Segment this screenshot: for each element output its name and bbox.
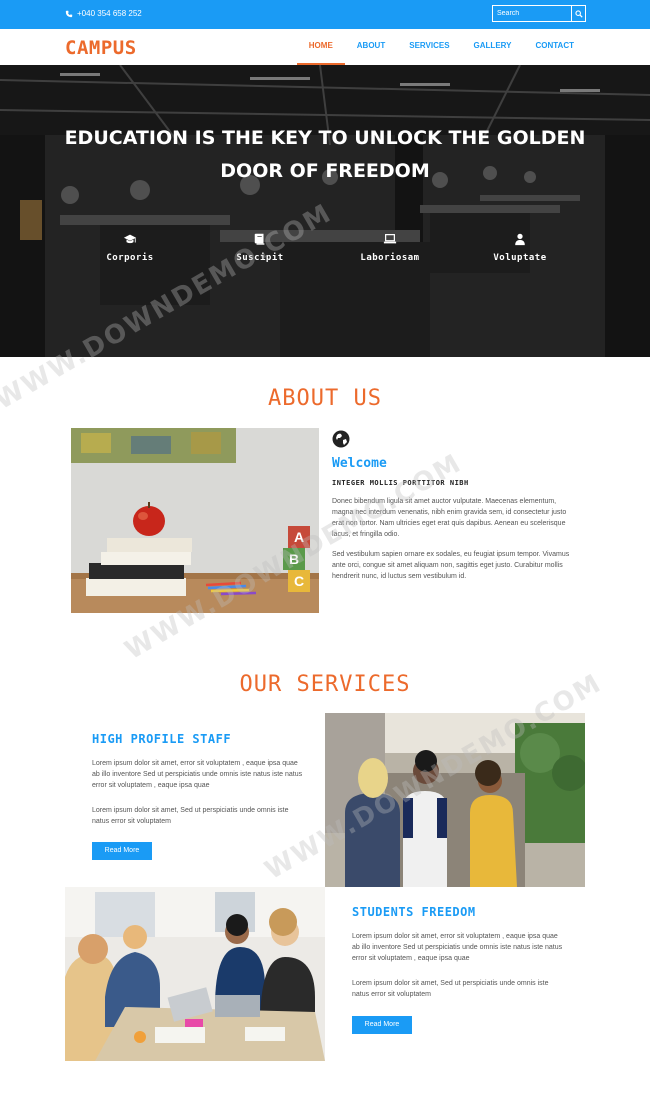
phone-icon (65, 10, 73, 17)
hero-title: EDUCATION IS THE KEY TO UNLOCK THE GOLDE… (64, 127, 586, 182)
hero-background-image (0, 65, 650, 357)
graduation-cap-icon (123, 234, 137, 244)
hero-banner: EDUCATION IS THE KEY TO UNLOCK THE GOLDE… (0, 65, 650, 357)
about-paragraph-1: Donec bibendum ligula sit amet auctor vu… (332, 498, 567, 538)
about-section-title: ABOUT US (268, 386, 382, 411)
search-button[interactable] (571, 6, 585, 21)
service-title-staff: HIGH PROFILE STAFF (92, 732, 232, 746)
nav-contact[interactable]: CONTACT (523, 29, 586, 65)
main-nav: HOME ABOUT SERVICES GALLERY CONTACT (296, 29, 586, 65)
nav-home[interactable]: HOME (296, 29, 345, 65)
feature-laboriosam: Laboriosam (340, 232, 440, 263)
search-input[interactable] (493, 6, 571, 21)
read-more-button[interactable]: Read More (92, 842, 152, 860)
service-freedom-paragraph-1: Lorem ipsum dolor sit amet, error sit vo… (352, 933, 563, 962)
site-logo[interactable]: CAMPUS (65, 37, 137, 59)
feature-label: Suscipit (236, 253, 284, 263)
book-icon (254, 233, 265, 245)
nav-services[interactable]: SERVICES (397, 29, 461, 65)
svg-text:B: B (289, 551, 299, 567)
nav-about[interactable]: ABOUT (345, 29, 397, 65)
phone-contact: +040 354 658 252 (65, 9, 142, 18)
service-title-freedom: STUDENTS FREEDOM (352, 905, 476, 919)
search-icon (574, 9, 583, 18)
laptop-icon (383, 234, 397, 244)
about-welcome-heading: Welcome (332, 456, 387, 471)
about-paragraph-2: Sed vestibulum sapien ornare ex sodales,… (332, 551, 570, 580)
main-navbar: CAMPUS HOME ABOUT SERVICES GALLERY CONTA… (0, 29, 650, 65)
feature-suscipit: Suscipit (210, 232, 310, 263)
nav-gallery[interactable]: GALLERY (462, 29, 524, 65)
top-bar: +040 354 658 252 (0, 0, 650, 29)
search-box (492, 5, 586, 22)
services-section-title: OUR SERVICES (239, 672, 411, 697)
svg-text:C: C (294, 573, 304, 589)
about-image: A B C (71, 428, 319, 613)
globe-icon (332, 430, 350, 448)
service-freedom-paragraph-2: Lorem ipsum dolor sit amet, Sed ut persp… (352, 980, 549, 998)
read-more-button[interactable]: Read More (352, 1016, 412, 1034)
feature-label: Voluptate (493, 253, 547, 263)
students-group-image (325, 713, 585, 887)
feature-label: Laboriosam (360, 253, 420, 263)
students-studying-image (65, 887, 325, 1061)
about-subheading: INTEGER MOLLIS PORTTITOR NIBH (332, 479, 469, 487)
phone-number: +040 354 658 252 (77, 9, 142, 18)
svg-text:A: A (294, 529, 304, 545)
service-staff-paragraph-1: Lorem ipsum dolor sit amet, error sit vo… (92, 760, 303, 789)
feature-corporis: Corporis (80, 232, 180, 263)
feature-voluptate: Voluptate (470, 232, 570, 263)
user-icon (515, 233, 525, 246)
feature-label: Corporis (106, 253, 154, 263)
service-staff-paragraph-2: Lorem ipsum dolor sit amet, Sed ut persp… (92, 807, 289, 825)
